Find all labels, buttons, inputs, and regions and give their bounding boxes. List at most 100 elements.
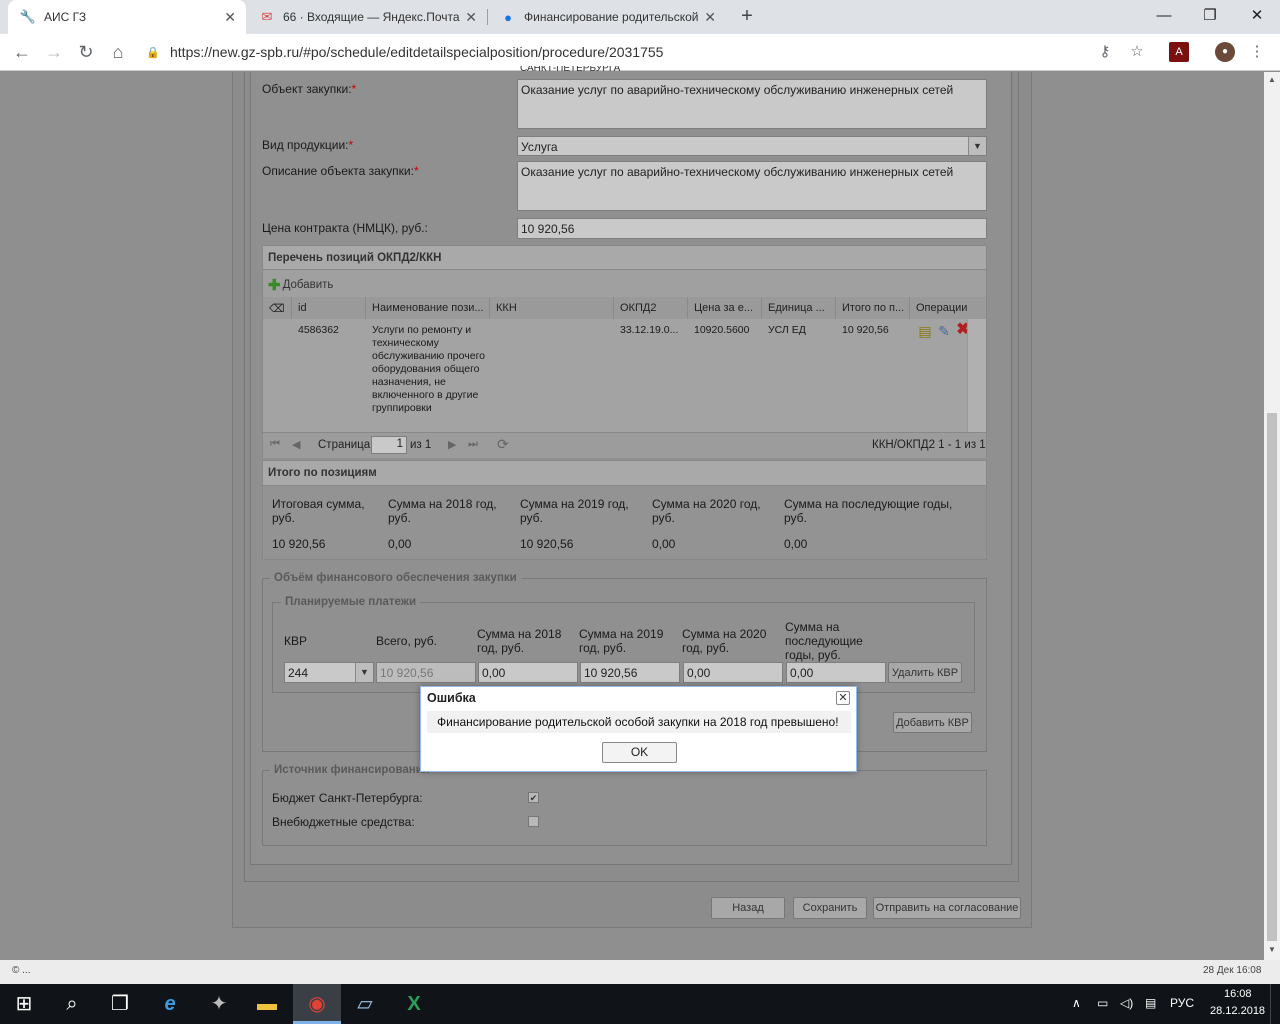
app-status-bar: [0, 960, 1280, 984]
bookmark-star-icon[interactable]: ☆: [1127, 42, 1147, 62]
browser-tab-finance[interactable]: ● Финансирование родительской ✕: [488, 0, 726, 34]
browser-tab-mail[interactable]: ✉ 66 · Входящие — Яндекс.Почта ✕: [247, 0, 487, 34]
dialog-message: Финансирование родительской особой закуп…: [427, 711, 851, 733]
menu-dots-icon[interactable]: ⋮: [1247, 42, 1267, 62]
task-view-icon[interactable]: ❐: [96, 984, 144, 1024]
col-price[interactable]: Цена за е...: [688, 297, 762, 319]
mail-icon: ✉: [261, 9, 273, 24]
col-okpd2[interactable]: ОКПД2: [614, 297, 688, 319]
ok-button[interactable]: OK: [602, 742, 677, 763]
page-number-input[interactable]: 1: [371, 436, 407, 454]
close-tab-icon[interactable]: ✕: [465, 9, 477, 26]
grid-scrollbar[interactable]: [967, 319, 986, 432]
budget-checkbox[interactable]: ✔: [528, 792, 539, 803]
filter-clear-icon[interactable]: ⌫: [263, 297, 292, 319]
edit-pencil-icon[interactable]: ✎: [936, 323, 952, 339]
network-icon[interactable]: ▭: [1097, 996, 1108, 1010]
totals-value-total: 10 920,56: [272, 537, 326, 551]
price-input[interactable]: 10 920,56: [517, 218, 987, 239]
home-icon[interactable]: ⌂: [106, 40, 130, 64]
later-input[interactable]: 0,00: [786, 662, 886, 683]
col-total[interactable]: Итого по п...: [836, 297, 910, 319]
restore-button[interactable]: ❐: [1198, 4, 1222, 28]
tools-icon[interactable]: ✦: [195, 984, 243, 1024]
product-type-label-text: Вид продукции:: [262, 138, 349, 152]
product-type-select[interactable]: Услуга: [517, 136, 987, 156]
col-id[interactable]: id: [292, 297, 366, 319]
total-header: Всего, руб.: [376, 634, 438, 648]
totals-header-2020: Сумма на 2020 год, руб.: [652, 497, 761, 525]
extra-budget-checkbox[interactable]: [528, 816, 539, 827]
close-tab-icon[interactable]: ✕: [224, 9, 236, 26]
minimize-button[interactable]: —: [1152, 4, 1176, 28]
source-fieldset: [262, 770, 987, 846]
close-window-button[interactable]: ✕: [1245, 4, 1269, 28]
totals-value-2018: 0,00: [388, 537, 412, 551]
prev-page-icon[interactable]: ◀: [292, 438, 300, 451]
language-indicator[interactable]: РУС: [1170, 996, 1194, 1010]
globe-icon: ●: [504, 9, 512, 25]
dialog-title: Ошибка: [427, 691, 476, 705]
address-bar[interactable]: 🔒 https://new.gz-spb.ru/#po/schedule/edi…: [140, 40, 1152, 64]
cell-unit: УСЛ ЕД: [768, 324, 806, 336]
reload-icon[interactable]: ↻: [74, 40, 98, 64]
description-textarea[interactable]: Оказание услуг по аварийно-техническому …: [517, 161, 987, 211]
chevron-down-icon[interactable]: ▼: [355, 663, 373, 682]
internet-explorer-icon[interactable]: e: [146, 984, 194, 1024]
forward-arrow-icon[interactable]: →: [42, 40, 66, 64]
refresh-icon[interactable]: ⟳: [497, 436, 509, 453]
chevron-down-icon[interactable]: ▼: [968, 137, 986, 155]
col-unit[interactable]: Единица ...: [762, 297, 836, 319]
object-textarea[interactable]: Оказание услуг по аварийно-техническому …: [517, 79, 987, 129]
message-icon[interactable]: ▤: [1145, 996, 1156, 1010]
col-kkn[interactable]: ККН: [490, 297, 614, 319]
y2020-input[interactable]: 0,00: [683, 662, 783, 683]
key-icon[interactable]: ⚷: [1095, 42, 1115, 62]
new-tab-button[interactable]: +: [736, 6, 758, 28]
save-button[interactable]: Сохранить: [793, 897, 867, 919]
pdf-extension-icon[interactable]: A: [1169, 42, 1189, 62]
delete-kvr-button[interactable]: Удалить КВР: [888, 662, 962, 683]
clock-time[interactable]: 16:08: [1224, 988, 1252, 1000]
scrollbar-thumb[interactable]: [1267, 413, 1277, 941]
totals-value-2020: 0,00: [652, 537, 676, 551]
last-page-icon[interactable]: ⏭: [468, 438, 478, 451]
view-details-icon[interactable]: ▤: [917, 323, 933, 339]
later-header: Сумма на последующие годы, руб.: [785, 620, 863, 662]
scroll-up-icon[interactable]: ▲: [1266, 75, 1278, 87]
clock-date[interactable]: 28.12.2018: [1210, 1005, 1265, 1017]
excel-icon[interactable]: X: [390, 984, 438, 1024]
close-tab-icon[interactable]: ✕: [704, 9, 716, 26]
tray-chevron-icon[interactable]: ∧: [1072, 996, 1081, 1010]
scroll-down-icon[interactable]: ▼: [1266, 945, 1278, 957]
y2018-header: Сумма на 2018 год, руб.: [477, 627, 562, 655]
file-explorer-icon[interactable]: ▬: [243, 984, 291, 1024]
profile-avatar[interactable]: ●: [1215, 42, 1235, 62]
add-position-button[interactable]: ✚ Добавить: [268, 276, 333, 294]
add-kvr-button[interactable]: Добавить КВР: [893, 712, 972, 733]
y2018-input[interactable]: 0,00: [478, 662, 578, 683]
chrome-icon[interactable]: ◉: [293, 984, 341, 1024]
search-icon[interactable]: ⌕: [48, 984, 96, 1024]
back-button[interactable]: Назад: [711, 897, 785, 919]
cell-price: 10920.5600: [694, 324, 750, 336]
show-desktop-button[interactable]: [1270, 984, 1280, 1024]
notepad-icon[interactable]: ▱: [341, 984, 389, 1024]
col-name[interactable]: Наименование пози...: [366, 297, 490, 319]
browser-tab-ais-gz[interactable]: 🔧 АИС ГЗ ✕: [8, 0, 246, 34]
windows-start-icon[interactable]: ⊞: [0, 984, 48, 1024]
cell-okpd2: 33.12.19.0...: [620, 324, 679, 336]
plus-icon: ✚: [268, 277, 281, 294]
next-page-icon[interactable]: ▶: [448, 438, 456, 451]
back-arrow-icon[interactable]: ←: [10, 40, 34, 64]
totals-panel-title: Итого по позициям: [262, 460, 987, 486]
y2019-input[interactable]: 10 920,56: [580, 662, 680, 683]
tab-title: АИС ГЗ: [44, 10, 87, 24]
volume-icon[interactable]: ◁): [1120, 996, 1133, 1010]
totals-header-later: Сумма на последующие годы, руб.: [784, 497, 953, 525]
pager-summary: ККН/ОКПД2 1 - 1 из 1: [872, 439, 986, 451]
first-page-icon[interactable]: ⏮: [270, 438, 280, 451]
send-for-approval-button[interactable]: Отправить на согласование: [873, 897, 1021, 919]
lock-icon: 🔒: [146, 46, 160, 59]
close-icon[interactable]: ✕: [836, 691, 850, 705]
